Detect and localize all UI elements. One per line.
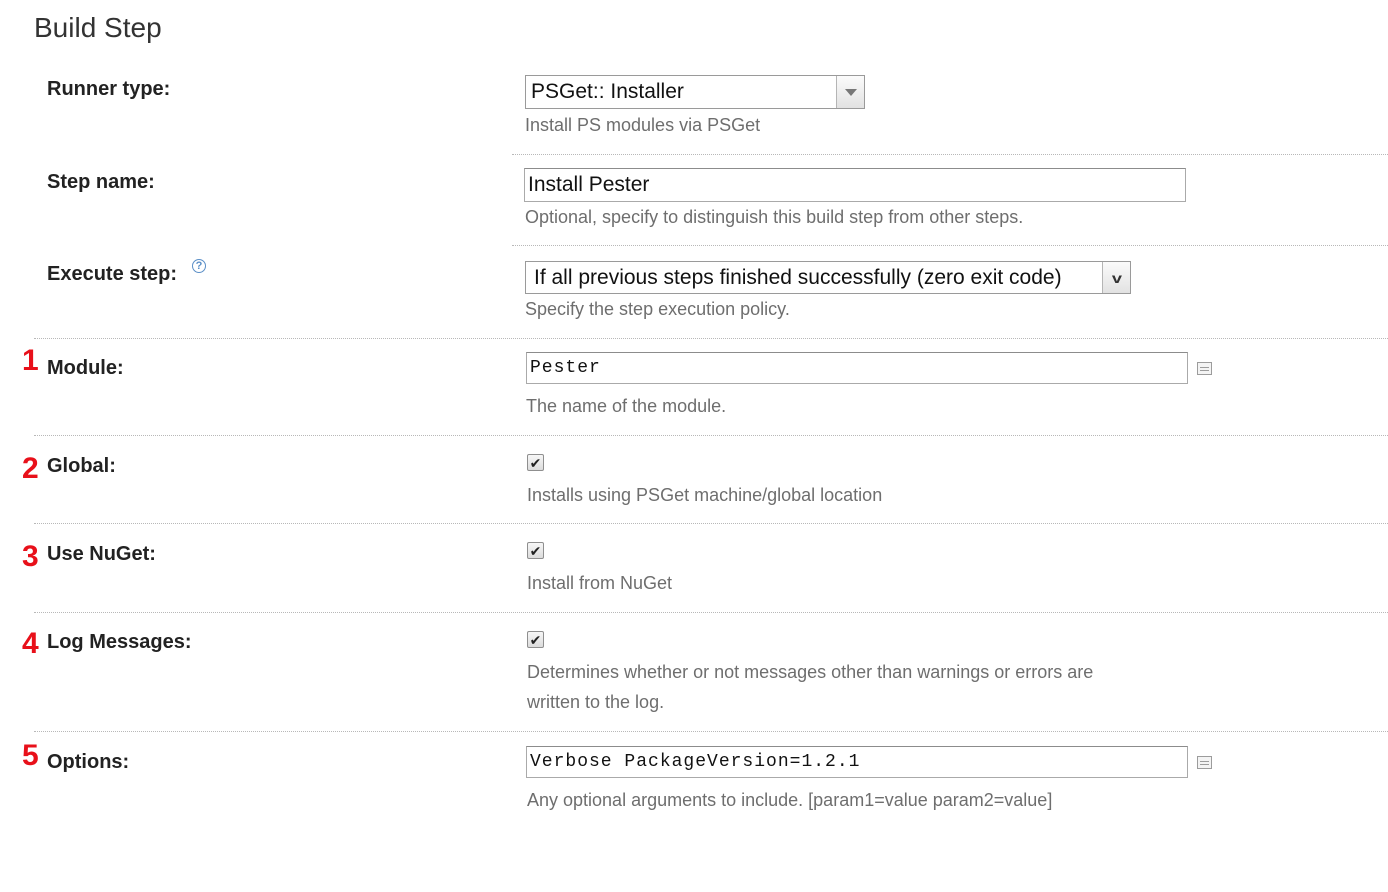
- marker-4: 4: [22, 627, 39, 660]
- module-help: The name of the module.: [526, 396, 727, 416]
- marker-1: 1: [22, 344, 39, 377]
- log-messages-help-line1: Determines whether or not messages other…: [527, 662, 1094, 682]
- marker-5: 5: [22, 739, 39, 772]
- runner-type-value: PSGet:: Installer: [531, 80, 684, 103]
- use-nuget-label: Use NuGet:: [47, 543, 156, 565]
- marker-3: 3: [22, 540, 39, 573]
- help-icon[interactable]: ?: [192, 259, 206, 273]
- build-step-page: Build Step Runner type: PSGet:: Installe…: [0, 0, 1388, 892]
- log-messages-label: Log Messages:: [47, 631, 192, 653]
- options-help: Any optional arguments to include. [para…: [527, 790, 1053, 810]
- module-label: Module:: [47, 357, 124, 379]
- marker-2: 2: [22, 452, 39, 485]
- module-input[interactable]: Pester: [526, 352, 1188, 384]
- runner-type-select[interactable]: PSGet:: Installer: [525, 75, 865, 109]
- global-checkbox[interactable]: ✔: [527, 454, 544, 471]
- runner-type-help: Install PS modules via PSGet: [525, 115, 761, 135]
- execute-step-help: Specify the step execution policy.: [525, 299, 790, 319]
- step-name-help: Optional, specify to distinguish this bu…: [525, 207, 1024, 227]
- chevron-down-icon[interactable]: [836, 76, 864, 108]
- options-label: Options:: [47, 751, 130, 773]
- log-messages-help-line2: written to the log.: [527, 692, 665, 712]
- separator: [34, 731, 1388, 732]
- use-nuget-checkbox[interactable]: ✔: [527, 542, 544, 559]
- separator: [512, 154, 1388, 155]
- execute-step-value: If all previous steps finished successfu…: [534, 265, 1062, 289]
- text-editor-icon[interactable]: [1197, 362, 1212, 375]
- step-name-label: Step name:: [47, 171, 155, 193]
- text-editor-icon[interactable]: [1197, 756, 1212, 769]
- use-nuget-help: Install from NuGet: [527, 573, 673, 593]
- separator: [34, 338, 1388, 339]
- step-name-input[interactable]: Install Pester: [524, 168, 1186, 202]
- global-help: Installs using PSGet machine/global loca…: [527, 485, 883, 505]
- separator: [34, 523, 1388, 524]
- global-label: Global:: [47, 455, 116, 477]
- section-title: Build Step: [34, 12, 162, 43]
- options-input[interactable]: Verbose PackageVersion=1.2.1: [526, 746, 1188, 778]
- log-messages-checkbox[interactable]: ✔: [527, 631, 544, 648]
- execute-step-label: Execute step:: [47, 263, 178, 285]
- separator: [34, 435, 1388, 436]
- chevron-down-icon[interactable]: v: [1102, 262, 1130, 293]
- separator: [512, 245, 1388, 246]
- runner-type-label: Runner type:: [47, 78, 171, 100]
- separator: [34, 612, 1388, 613]
- execute-step-select[interactable]: If all previous steps finished successfu…: [525, 261, 1131, 294]
